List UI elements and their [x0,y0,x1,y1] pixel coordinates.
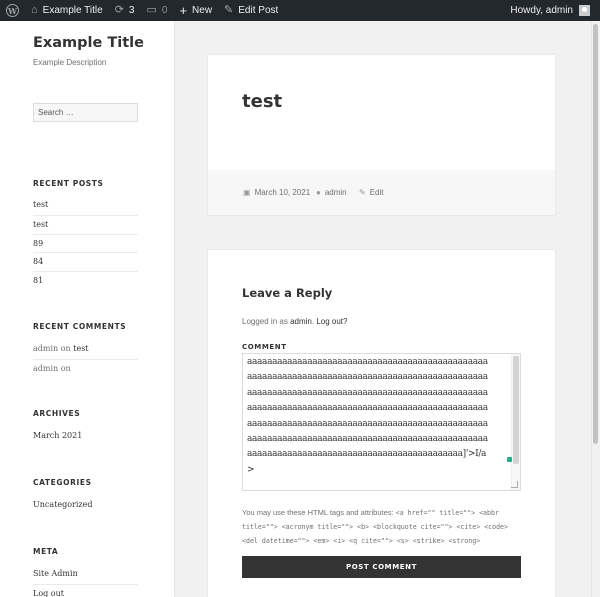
calendar-icon: ▣ [243,188,251,197]
meta-item[interactable]: Log out [33,583,138,597]
meta-list: Site Admin Log out [33,565,138,597]
comment-on: on [60,363,71,373]
post-edit-label: Edit [369,188,384,197]
archives-list: March 2021 [33,427,138,446]
recent-comment-item: admin on test [33,340,138,359]
recent-post-item[interactable]: 81 [33,271,138,290]
reply-title: Leave a Reply [242,286,333,300]
recent-posts-list: test test 89 84 81 [33,196,138,290]
post-date[interactable]: ▣ March 10, 2021 [243,188,310,197]
comment-author: admin [33,344,59,353]
edit-post-link[interactable]: ✎ Edit Post [218,0,284,21]
comment-post-link[interactable]: test [73,344,88,353]
logged-in-prefix: Logged in as [242,317,288,326]
wordpress-menu[interactable]: W [0,0,25,21]
logout-link[interactable]: Log out? [316,317,347,326]
logged-in-sep: . [311,317,315,326]
comment-text-line: > [247,464,255,475]
site-title[interactable]: Example Title [33,35,144,51]
post-comment-button[interactable]: POST COMMENT [242,556,521,578]
categories-title: CATEGORIES [33,478,92,487]
comment-text-line: aaaaaaaaaaaaaaaaaaaaaaaaaaaaaaaaaaaaaaaa… [247,433,488,444]
comment-text-line: aaaaaaaaaaaaaaaaaaaaaaaaaaaaaaaaaaaaaaaa… [247,357,488,367]
comment-author: admin [33,363,59,373]
edit-post-label: Edit Post [238,5,279,16]
avatar [579,5,590,16]
recent-comments-title: RECENT COMMENTS [33,322,127,331]
textarea-scrollbar[interactable] [511,354,520,490]
textarea-scroll-thumb[interactable] [513,356,519,464]
category-item[interactable]: Uncategorized [33,496,138,515]
howdy-label: Howdy, admin [510,5,573,16]
meta-item[interactable]: Site Admin [33,565,138,584]
post-author-label: admin [324,188,347,197]
meta-title: META [33,547,59,556]
site-description: Example Description [33,58,107,67]
pencil-icon: ✎ [224,4,234,16]
comment-text-line: aaaaaaaaaaaaaaaaaaaaaaaaaaaaaaaaaaaaaaaa… [247,403,488,414]
updates-icon: ⟳ [114,4,124,16]
recent-post-item[interactable]: 84 [33,252,138,271]
comments-link[interactable]: ▭ 0 [140,0,173,21]
comment-text-line: aaaaaaaaaaaaaaaaaaaaaaaaaaaaaaaaaaaaaaaa… [247,449,487,460]
recent-posts-title: RECENT POSTS [33,179,104,188]
user-icon: ● [316,188,321,197]
new-content-link[interactable]: + New [173,0,218,21]
comment-on: on [60,344,71,353]
edit-icon: ✎ [359,188,366,197]
recent-comment-item: admin on [33,358,138,378]
comment-text-line: aaaaaaaaaaaaaaaaaaaaaaaaaaaaaaaaaaaaaaaa… [247,372,488,383]
updates-link[interactable]: ⟳ 3 [109,0,141,21]
archive-item[interactable]: March 2021 [33,427,138,446]
site-name-label: Example Title [42,5,103,16]
extension-indicator-icon [507,457,512,462]
recent-post-item[interactable]: test [33,214,138,234]
new-label: New [192,5,213,16]
recent-comments-list: admin on test admin on [33,340,138,378]
resize-grip-icon[interactable] [511,481,518,488]
logged-in-as: Logged in as admin. Log out? [242,317,347,326]
updates-count: 3 [128,5,135,16]
allowed-tags-note: You may use these HTML tags and attribut… [242,506,522,548]
comment-textarea[interactable]: aaaaaaaaaaaaaaaaaaaaaaaaaaaaaaaaaaaaaaaa… [242,353,521,491]
admin-bar: W ⌂ Example Title ⟳ 3 ▭ 0 + New ✎ Edit P… [0,0,600,21]
search-input[interactable]: Search … [33,103,138,122]
comment-text: aaaaaaaaaaaaaaaaaaaaaaaaaaaaaaaaaaaaaaaa… [247,355,488,478]
categories-list: Uncategorized [33,496,138,515]
site-name-link[interactable]: ⌂ Example Title [25,0,109,21]
recent-post-item[interactable]: 89 [33,233,138,253]
post-author[interactable]: ● admin [316,188,347,197]
post-date-label: March 10, 2021 [254,188,311,197]
wordpress-logo-icon: W [6,4,19,17]
plus-icon: + [179,3,188,18]
logged-in-user-link[interactable]: admin [290,317,312,326]
page-scroll-thumb[interactable] [593,24,598,444]
recent-post-item[interactable]: test [33,196,138,215]
home-icon: ⌂ [31,4,38,16]
post-edit-link[interactable]: ✎ Edit [359,188,384,197]
archives-title: ARCHIVES [33,409,81,418]
comment-label: COMMENT [242,343,287,351]
comments-count: 0 [161,5,168,16]
comment-text-line: aaaaaaaaaaaaaaaaaaaaaaaaaaaaaaaaaaaaaaaa… [247,418,488,429]
comment-bubble-icon: ▭ [146,4,157,16]
account-menu[interactable]: Howdy, admin [510,5,600,16]
post-title: test [242,91,283,112]
allowed-tags-text: You may use these HTML tags and attribut… [242,508,394,517]
comment-text-line: aaaaaaaaaaaaaaaaaaaaaaaaaaaaaaaaaaaaaaaa… [247,387,488,398]
